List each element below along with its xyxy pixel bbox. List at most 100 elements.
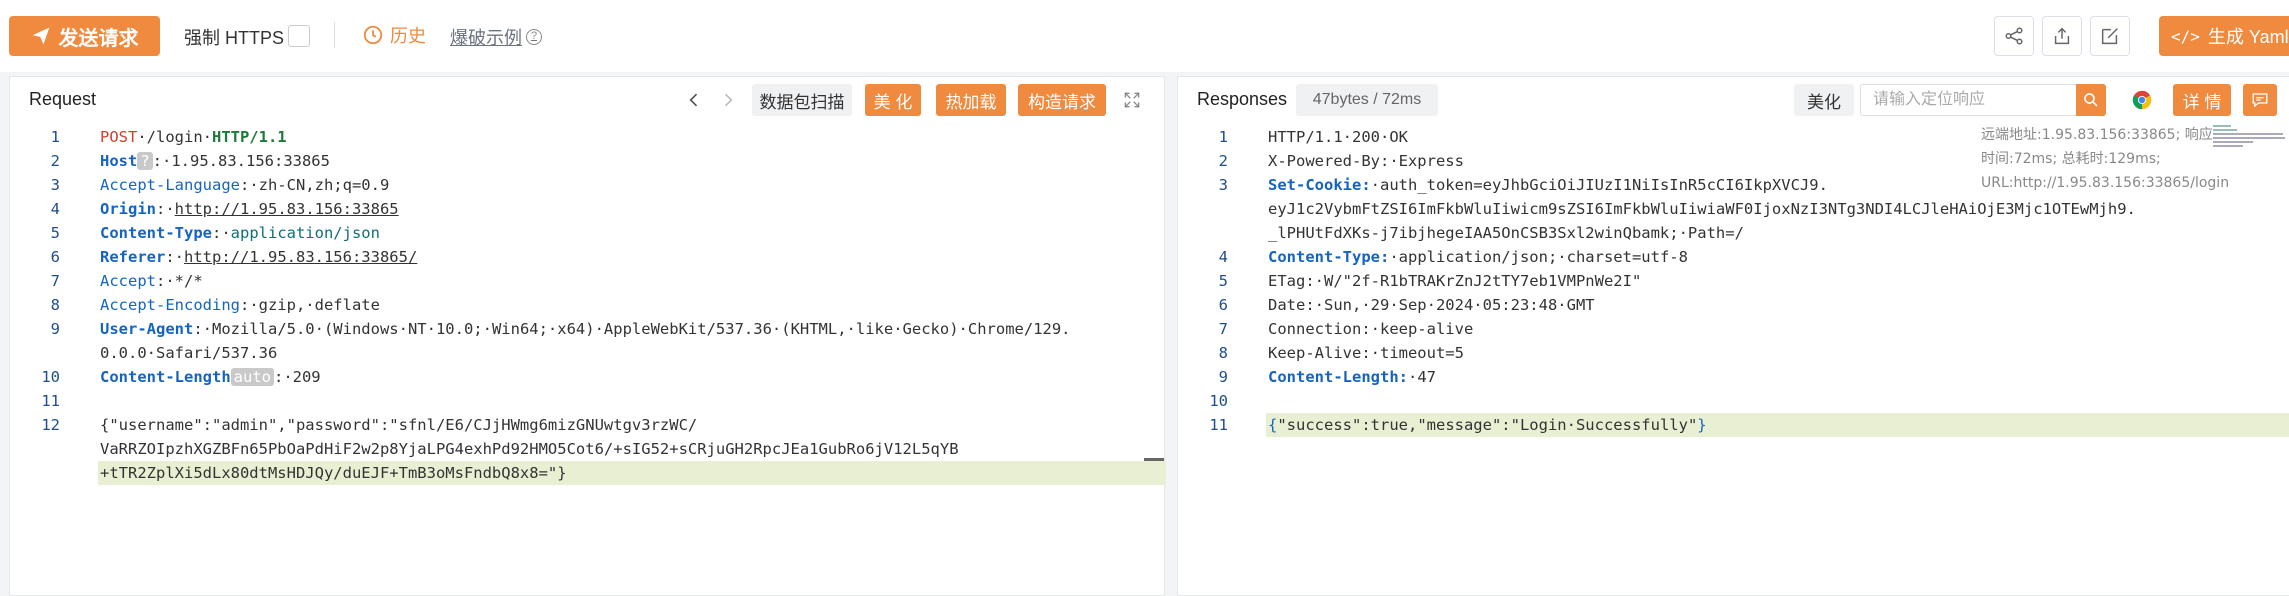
code-text: Origin:·http://1.95.83.156:33865 <box>100 197 399 221</box>
line-number: 9 <box>1218 368 1228 386</box>
response-beautify-button[interactable]: 美化 <box>1794 84 1854 116</box>
code-token: Host <box>100 152 138 170</box>
history-label: 历史 <box>390 26 426 46</box>
code-token: } <box>1697 416 1707 434</box>
line-number: 7 <box>50 272 60 290</box>
code-token: ·auth_token=eyJhbGciOiJIUzI1NiIsInR5cCI6… <box>1370 176 1828 194</box>
chevron-left-icon[interactable] <box>684 90 704 110</box>
send-icon <box>32 27 49 45</box>
construct-request-label: 构造请求 <box>1028 92 1096 112</box>
code-token: Accept-Encoding <box>100 296 240 314</box>
line-number: 8 <box>50 296 60 314</box>
line-number: 8 <box>1218 344 1228 362</box>
code-token: +tTR2ZplXi5dLx80dtMsHDJQy/duEJF+TmB3oMsF… <box>100 464 567 482</box>
response-size-text: 47bytes / 72ms <box>1312 91 1422 108</box>
message-button[interactable] <box>2243 84 2277 116</box>
code-token: http://1.95.83.156:33865 <box>174 200 399 218</box>
fullscreen-icon[interactable] <box>1122 90 1142 110</box>
construct-request-button[interactable]: 构造请求 <box>1018 84 1106 116</box>
toolbar-divider <box>334 22 335 48</box>
code-text: _lPHUtFdXKs-j7ibjhegeIAA5OnCSB3Sxl2winQb… <box>1268 221 1744 245</box>
code-token: :·gzip,·deflate <box>239 296 380 314</box>
edit-button[interactable] <box>2090 16 2130 56</box>
code-text: Content-Type:·application/json;·charset=… <box>1268 245 1688 269</box>
share-button[interactable] <box>1994 16 2034 56</box>
code-text: ETag:·W/"2f-R1bTRAKrZnJ2tTY7eb1VMPnWe2I" <box>1268 269 1641 293</box>
generate-yaml-button[interactable]: </> 生成 Yaml 模 <box>2159 16 2289 56</box>
code-text: +tTR2ZplXi5dLx80dtMsHDJQy/duEJF+TmB3oMsF… <box>100 461 567 485</box>
line-number: 11 <box>41 392 60 410</box>
code-text: Content-Length auto:·209 <box>100 365 321 389</box>
share-icon <box>2005 27 2023 45</box>
response-meta-info: 远端地址:1.95.83.156:33865; 响应时间:72ms; 总耗时:1… <box>1981 127 2230 191</box>
generate-yaml-label: 生成 Yaml 模 <box>2207 27 2289 47</box>
request-beautify-label: 美 化 <box>873 92 913 112</box>
line-number: 6 <box>1218 296 1228 314</box>
burst-example-link[interactable]: 爆破示例 ? <box>450 24 542 50</box>
code-text: 0.0.0·Safari/537.36 <box>100 341 277 365</box>
code-token: Connection:·keep-alive <box>1268 320 1474 338</box>
message-icon <box>2252 93 2268 108</box>
force-https-label: 强制 HTTPS <box>184 28 285 48</box>
send-request-button[interactable]: 发送请求 <box>9 16 160 56</box>
code-token: POST <box>100 128 138 146</box>
export-button[interactable] <box>2042 16 2082 56</box>
line-number: 6 <box>50 248 60 266</box>
line-number: 5 <box>1218 272 1228 290</box>
line-number: 10 <box>41 368 60 386</box>
code-text: {"success":true,"message":"Login·Success… <box>1268 413 1707 437</box>
code-text: Connection:·keep-alive <box>1268 317 1473 341</box>
chevron-right-icon[interactable] <box>718 90 738 110</box>
code-token: {"username":"admin","password":"sfnl/E6/… <box>100 416 698 434</box>
packet-scan-button[interactable]: 数据包扫描 <box>752 84 852 116</box>
code-token: ·application/json;·charset=utf-8 <box>1389 248 1688 266</box>
history-button[interactable]: 历史 <box>362 22 426 48</box>
locate-search-button[interactable] <box>2076 84 2106 116</box>
details-label: 详 情 <box>2182 92 2222 112</box>
response-minimap[interactable] <box>2213 123 2289 153</box>
line-number: 5 <box>50 224 60 242</box>
code-token: 0.0.0·Safari/537.36 <box>100 344 278 362</box>
send-request-label: 发送请求 <box>58 27 139 50</box>
code-text: Host?:·1.95.83.156:33865 <box>100 149 330 173</box>
code-text: User-Agent:·Mozilla/5.0·(Windows·NT·10.0… <box>100 317 1071 341</box>
chrome-icon[interactable] <box>2131 89 2153 111</box>
code-token: :· <box>211 224 231 242</box>
code-token: Content-Type <box>100 224 212 242</box>
code-token: Content-Length: <box>1268 368 1408 386</box>
code-token: Content-Length <box>100 368 231 386</box>
code-text: Content-Type:·application/json <box>100 221 380 245</box>
code-text: Accept:·*/* <box>100 269 203 293</box>
code-token: User-Agent <box>100 320 194 338</box>
request-header: Request 数据包扫描 美 化 热加载 构造请求 <box>10 77 1164 123</box>
request-title: Request <box>29 89 97 109</box>
top-toolbar: 发送请求 强制 HTTPS 历史 爆破示例 ? </> 生成 Yaml 模 <box>0 0 2289 72</box>
line-number: 3 <box>1218 176 1228 194</box>
response-header: Responses 47bytes / 72ms 美化 请输入定位响应 详 情 <box>1178 77 2289 123</box>
request-beautify-button[interactable]: 美 化 <box>865 84 921 116</box>
locate-response-input[interactable]: 请输入定位响应 <box>1860 84 2078 116</box>
code-token: :· <box>156 200 175 218</box>
hotload-button[interactable]: 热加载 <box>936 84 1006 116</box>
request-editor[interactable]: 1 POST·/login·HTTP/1.1 2 Host?:·1.95.83.156… <box>10 123 1166 595</box>
code-text: POST·/login·HTTP/1.1 <box>100 125 287 149</box>
code-token: { <box>1268 416 1278 434</box>
code-text: VaRRZOIpzhXGZBFn65PbOaPdHiF2w2p8YjaLPG4e… <box>100 437 959 461</box>
code-text: Accept-Encoding:·gzip,·deflate <box>100 293 380 317</box>
code-text: Accept-Language:·zh-CN,zh;q=0.9 <box>100 173 389 197</box>
response-panel: Responses 47bytes / 72ms 美化 请输入定位响应 详 情 … <box>1177 76 2289 596</box>
code-token: _lPHUtFdXKs-j7ibjhegeIAA5OnCSB3Sxl2winQb… <box>1268 224 1744 242</box>
code-token: HTTP/1.1·200·OK <box>1268 128 1408 146</box>
line-number: 9 <box>50 320 60 338</box>
line-number: 12 <box>41 416 60 434</box>
code-token: :·209 <box>273 368 321 386</box>
code-icon: </> <box>2171 26 2200 46</box>
line-number: 2 <box>50 152 60 170</box>
edit-icon <box>2101 28 2118 45</box>
code-token: Accept <box>100 272 156 290</box>
code-token: :·zh-CN,zh;q=0.9 <box>239 176 390 194</box>
code-text: Content-Length:·47 <box>1268 365 1436 389</box>
code-token: X-Powered-By:·Express <box>1268 152 1464 170</box>
force-https-checkbox[interactable] <box>288 25 310 47</box>
details-button[interactable]: 详 情 <box>2173 84 2231 116</box>
